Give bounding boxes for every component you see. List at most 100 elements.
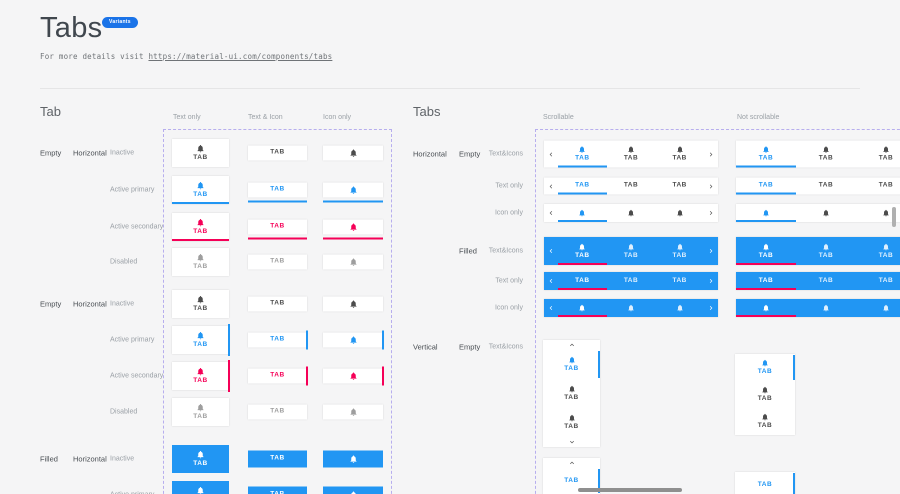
tab[interactable] xyxy=(323,487,383,494)
tab[interactable]: TAB xyxy=(543,350,600,379)
tab[interactable] xyxy=(323,405,383,420)
tab-label: TAB xyxy=(759,253,773,260)
tab[interactable]: TAB xyxy=(735,381,795,408)
tab[interactable]: TAB xyxy=(607,272,656,290)
tab-label: TAB xyxy=(270,373,284,380)
tab[interactable]: TAB xyxy=(856,141,900,168)
tab[interactable]: TAB xyxy=(796,141,856,168)
scroll-left-button[interactable] xyxy=(544,178,558,195)
tab[interactable]: TAB xyxy=(736,237,796,265)
tab[interactable] xyxy=(558,204,607,222)
scroll-right-button[interactable] xyxy=(704,204,718,222)
tab[interactable]: TAB xyxy=(248,146,307,161)
tab[interactable] xyxy=(558,299,607,317)
tab[interactable]: TAB xyxy=(607,141,656,168)
tab[interactable]: TAB xyxy=(856,178,900,195)
tab[interactable] xyxy=(856,299,900,317)
tab[interactable]: TAB xyxy=(172,213,229,241)
tab[interactable]: TAB xyxy=(558,272,607,290)
tab[interactable] xyxy=(736,299,796,317)
tab[interactable] xyxy=(323,333,383,348)
tab[interactable] xyxy=(323,220,383,235)
tab[interactable]: TAB xyxy=(543,379,600,408)
scroll-up-button[interactable] xyxy=(543,458,600,468)
tab[interactable]: TAB xyxy=(248,183,307,198)
tab[interactable]: TAB xyxy=(607,237,656,265)
vertical-tab-bar: TAB xyxy=(735,472,795,494)
tab[interactable] xyxy=(796,204,856,222)
scroll-right-button[interactable] xyxy=(704,299,718,317)
scroll-left-button[interactable] xyxy=(544,204,558,222)
tab[interactable]: TAB xyxy=(607,178,656,195)
tab[interactable]: TAB xyxy=(248,220,307,235)
tab[interactable]: TAB xyxy=(172,290,229,318)
tab[interactable]: TAB xyxy=(248,255,307,270)
scroll-left-button[interactable] xyxy=(544,299,558,317)
tab[interactable]: TAB xyxy=(248,487,307,494)
tab[interactable] xyxy=(323,183,383,198)
tab[interactable]: TAB xyxy=(655,272,704,290)
tab[interactable]: TAB xyxy=(248,297,307,312)
tab[interactable]: TAB xyxy=(655,178,704,195)
tab[interactable] xyxy=(323,297,383,312)
scroll-up-button[interactable] xyxy=(543,340,600,350)
tab[interactable]: TAB xyxy=(172,481,229,494)
tab[interactable] xyxy=(607,204,656,222)
tab[interactable]: TAB xyxy=(736,178,796,195)
tab[interactable]: TAB xyxy=(543,408,600,437)
tab[interactable] xyxy=(323,369,383,384)
vertical-scrollbar[interactable] xyxy=(892,207,896,227)
tab[interactable]: TAB xyxy=(172,326,229,354)
tab[interactable]: TAB xyxy=(172,362,229,390)
tab[interactable]: TAB xyxy=(248,369,307,384)
bell-icon xyxy=(196,181,205,190)
group-fill-label: Filled xyxy=(40,455,58,464)
tab[interactable]: TAB xyxy=(736,272,796,290)
scroll-right-button[interactable] xyxy=(704,141,718,168)
scroll-left-button[interactable] xyxy=(544,237,558,265)
tab[interactable]: TAB xyxy=(172,445,229,473)
tab[interactable] xyxy=(736,204,796,222)
tab[interactable]: TAB xyxy=(172,176,229,204)
tab[interactable]: TAB xyxy=(655,237,704,265)
tab[interactable]: TAB xyxy=(735,354,795,381)
tab[interactable]: TAB xyxy=(558,141,607,168)
tab[interactable]: TAB xyxy=(655,141,704,168)
tab[interactable] xyxy=(607,299,656,317)
tab[interactable]: TAB xyxy=(736,141,796,168)
tab[interactable]: TAB xyxy=(796,237,856,265)
tab[interactable] xyxy=(323,451,383,468)
group-orientation-label: Horizontal xyxy=(73,300,107,309)
scroll-right-button[interactable] xyxy=(704,178,718,195)
tab[interactable]: TAB xyxy=(248,405,307,420)
horizontal-scrollbar[interactable] xyxy=(578,488,682,492)
bell-icon xyxy=(568,414,576,422)
tab[interactable]: TAB xyxy=(558,178,607,195)
tab[interactable]: TAB xyxy=(735,472,795,494)
tab[interactable]: TAB xyxy=(172,398,229,426)
scroll-right-button[interactable] xyxy=(704,237,718,265)
tab[interactable] xyxy=(655,204,704,222)
tab-label: TAB xyxy=(624,183,638,190)
tab[interactable]: TAB xyxy=(796,178,856,195)
tab[interactable]: TAB xyxy=(172,139,229,167)
tab[interactable]: TAB xyxy=(558,237,607,265)
tab[interactable]: TAB xyxy=(248,333,307,348)
scroll-down-button[interactable] xyxy=(543,437,600,447)
tab[interactable] xyxy=(655,299,704,317)
not-scrollable-tab-bar-filled: TAB TAB TAB xyxy=(736,237,900,265)
tab[interactable] xyxy=(323,146,383,161)
tab[interactable]: TAB xyxy=(856,272,900,290)
tab[interactable]: TAB xyxy=(856,237,900,265)
tab[interactable] xyxy=(323,255,383,270)
tab-label: TAB xyxy=(758,423,772,430)
scroll-left-button[interactable] xyxy=(544,272,558,290)
details-link[interactable]: https://material-ui.com/components/tabs xyxy=(148,52,332,61)
tab[interactable]: TAB xyxy=(248,451,307,468)
tab[interactable]: TAB xyxy=(735,408,795,435)
tab[interactable]: TAB xyxy=(172,248,229,276)
scroll-left-button[interactable] xyxy=(544,141,558,168)
scroll-right-button[interactable] xyxy=(704,272,718,290)
tab[interactable] xyxy=(796,299,856,317)
tab[interactable]: TAB xyxy=(796,272,856,290)
